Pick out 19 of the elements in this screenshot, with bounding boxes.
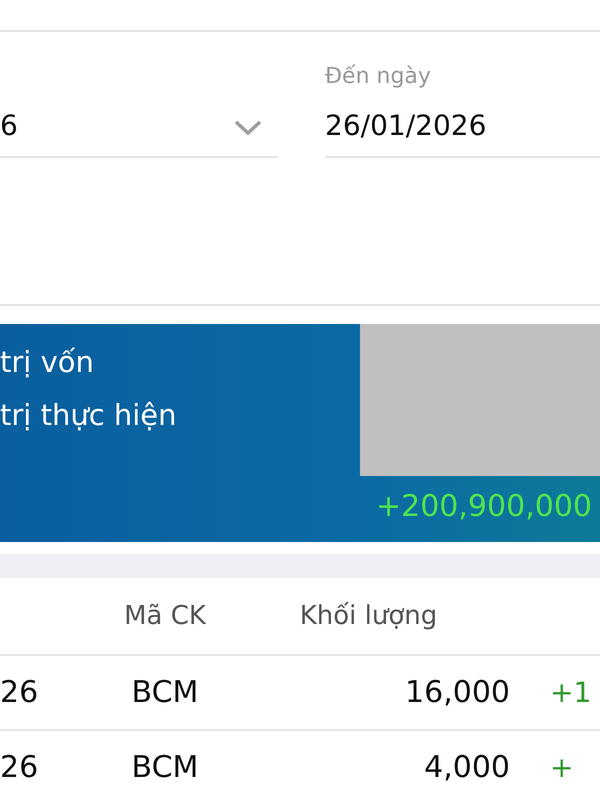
date-cell: 26 <box>0 675 38 710</box>
to-date-label: Đến ngày <box>325 66 432 88</box>
symbol-cell: BCM <box>132 675 198 710</box>
column-header: Mã CK <box>124 600 206 630</box>
summary-label: trị thực hiện <box>0 401 178 430</box>
volume-cell: 4,000 <box>424 750 510 785</box>
change-cell: + <box>550 750 574 784</box>
chevron-down-icon <box>234 120 262 136</box>
symbol-cell: BCM <box>132 750 198 785</box>
column-header: Khối lượng <box>300 600 438 630</box>
from-date-value: 6 <box>0 112 19 140</box>
to-date-value: 26/01/2026 <box>325 112 488 140</box>
date-cell: 26 <box>0 750 38 785</box>
from-date-dropdown[interactable]: 6 <box>0 32 278 158</box>
to-date-field[interactable]: Đến ngày 26/01/2026 <box>325 32 600 158</box>
summary-label: trị vốn <box>0 348 95 377</box>
profit-value: +200,900,000 <box>376 492 592 522</box>
volume-cell: 16,000 <box>405 675 510 710</box>
change-cell: +1 <box>550 676 592 708</box>
